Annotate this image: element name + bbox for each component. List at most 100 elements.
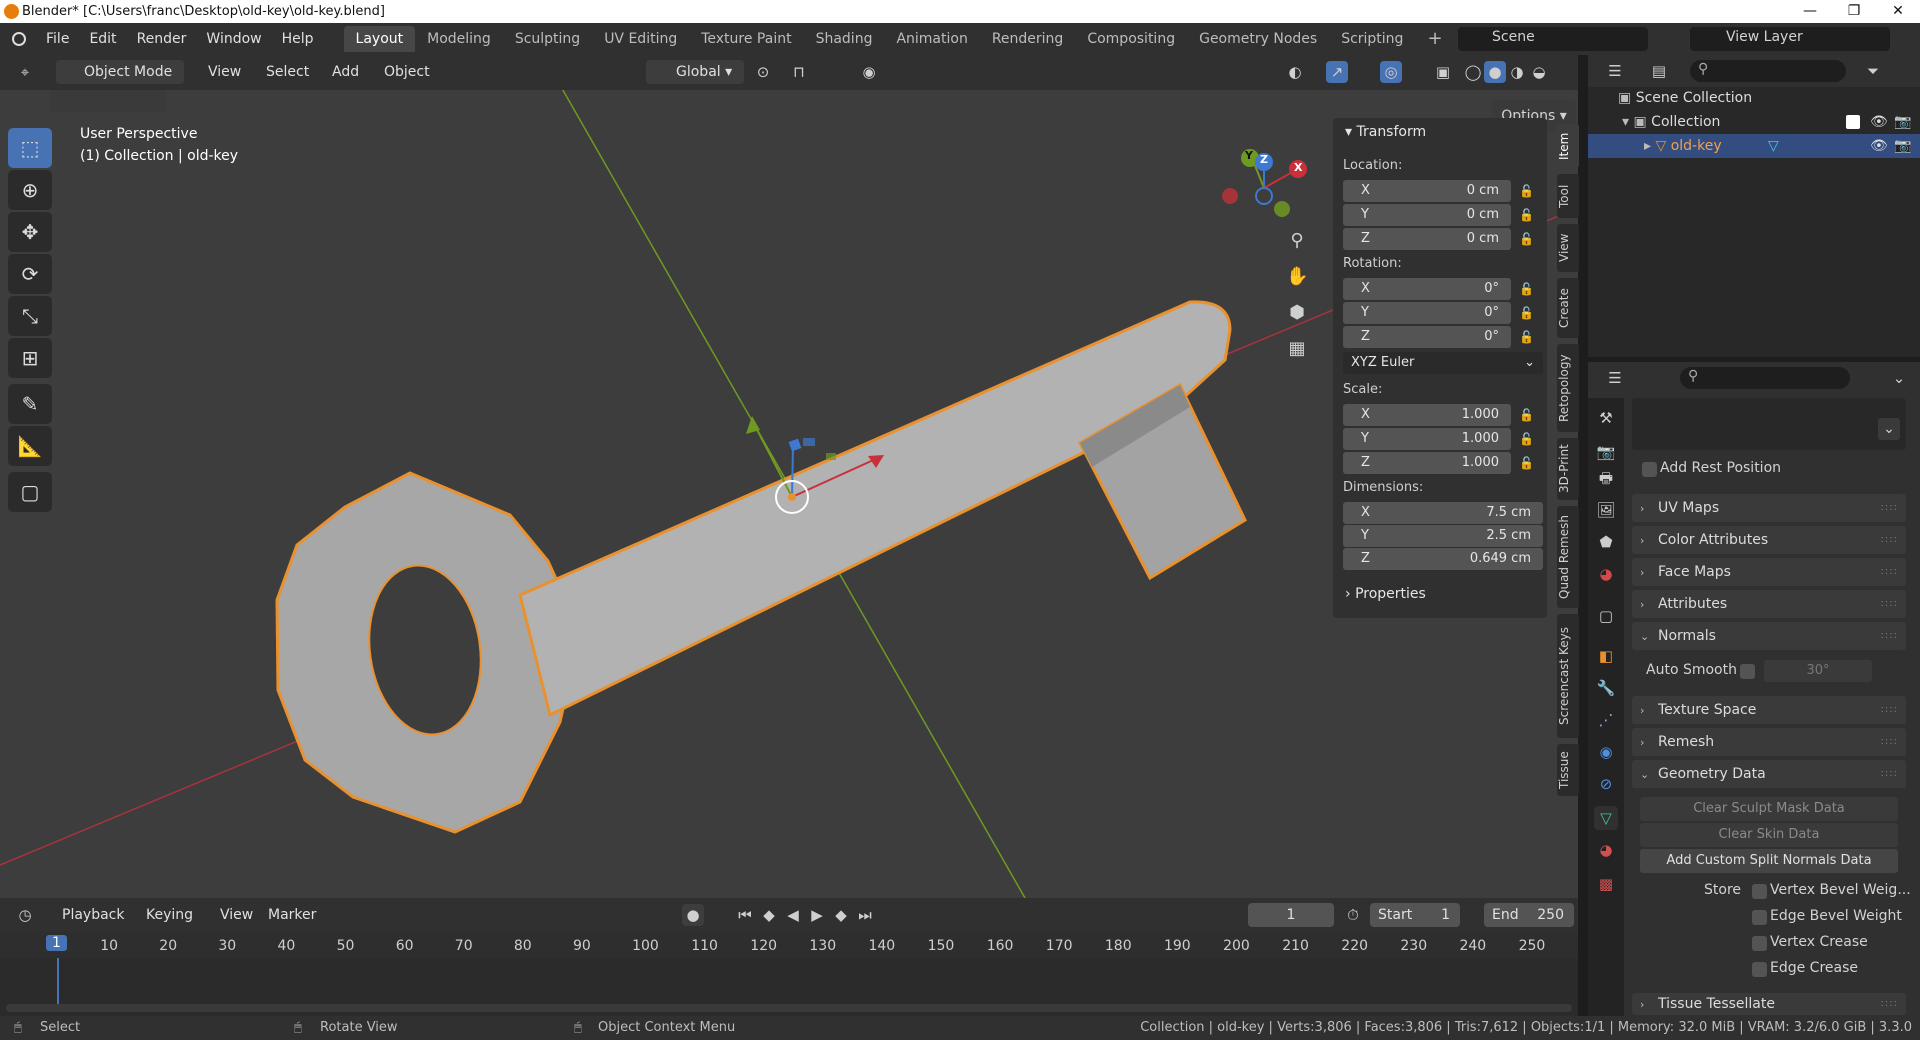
tab-animation[interactable]: Animation [884,26,979,52]
edge-bevel-weight-checkbox[interactable] [1752,910,1767,925]
material-shading-icon[interactable]: ◑ [1506,61,1528,83]
add-custom-split-normals-button[interactable]: Add Custom Split Normals Data [1640,849,1898,873]
lock-rotation-z-icon[interactable]: 🔓 [1519,330,1535,346]
collection-render-icon[interactable]: 📷 [1894,110,1911,134]
lock-rotation-y-icon[interactable]: 🔓 [1519,306,1535,322]
constraints-properties-icon[interactable]: ⊘ [1594,772,1618,796]
sidebar-tab-view[interactable]: View [1557,224,1579,272]
timeline-ruler[interactable]: 1 10 20 30 40 50 60 70 80 90 100 110 120 130 140 150 160… [0,932,1578,958]
material-properties-icon[interactable]: ◕ [1594,838,1618,862]
timeline-menu-keying[interactable]: Keying [136,899,203,931]
rotation-y-field[interactable]: Y 0° [1343,302,1511,324]
viewport-menu-object[interactable]: Object [374,56,440,88]
lock-rotation-x-icon[interactable]: 🔓 [1519,282,1535,298]
move-tool-icon[interactable]: ✥ [8,212,52,252]
section-remesh[interactable]: › Remesh:::: [1632,728,1906,756]
section-tissue-tessellate[interactable]: › Tissue Tessellate:::: [1632,993,1906,1015]
properties-search-input[interactable]: ⚲ [1680,367,1850,389]
object-visibility-icon[interactable]: 👁 [1870,134,1888,158]
editor-type-icon[interactable]: ⌖ [14,61,36,83]
sidebar-tab-retopology[interactable]: Retopology [1557,344,1579,432]
lock-scale-z-icon[interactable]: 🔓 [1519,456,1535,472]
texture-properties-icon[interactable]: ▩ [1594,872,1618,896]
render-properties-icon[interactable]: 📷 [1594,440,1618,464]
sidebar-tab-quad-remesh[interactable]: Quad Remesh [1557,506,1579,608]
tab-layout[interactable]: Layout [343,26,416,52]
xray-icon[interactable]: ▣ [1432,61,1454,83]
timeline-menu-view[interactable]: View [210,899,263,931]
proportional-editing-icon[interactable]: ◉ [858,61,880,83]
snap-icon[interactable]: ⊓ [788,61,810,83]
measure-tool-icon[interactable]: 📐 [8,426,52,466]
filter-icon[interactable]: ⏷ [1862,60,1884,82]
sidebar-tab-tissue[interactable]: Tissue [1557,744,1579,796]
location-y-field[interactable]: Y0 cm [1343,204,1511,226]
output-properties-icon[interactable]: 🖶 [1594,466,1618,490]
tab-geometry-nodes[interactable]: Geometry Nodes [1187,26,1329,52]
rotation-mode-dropdown[interactable]: XYZ Euler ⌄ [1343,352,1543,374]
jump-start-icon[interactable]: ⏮ [734,904,756,926]
outliner-collection[interactable]: ▾ ▣ Collection 👁 📷 [1588,110,1920,134]
particles-properties-icon[interactable]: ⋰ [1594,708,1618,732]
visibility-icon[interactable]: ◐ [1284,61,1306,83]
maximize-button[interactable]: ❐ [1832,0,1876,23]
menu-help[interactable]: Help [272,23,324,55]
sidebar-tab-3d-print[interactable]: 3D-Print [1557,438,1579,500]
rotate-tool-icon[interactable]: ⟳ [8,254,52,294]
timeline-scrollbar[interactable] [6,1004,1572,1012]
list-expand-icon[interactable]: ⌄ [1878,418,1900,440]
object-mode-dropdown[interactable]: Object Mode ▾ [56,60,184,104]
clear-skin-data-button[interactable]: Clear Skin Data [1640,823,1898,847]
rendered-shading-icon[interactable]: ◒ [1528,61,1550,83]
navigation-gizmo[interactable] [1220,130,1320,240]
outliner-editor-type-icon[interactable]: ☰ [1604,60,1626,82]
tab-compositing[interactable]: Compositing [1075,26,1187,52]
tab-rendering[interactable]: Rendering [980,26,1076,52]
tab-scripting[interactable]: Scripting [1329,26,1415,52]
play-icon[interactable]: ▶ [806,904,828,926]
clear-sculpt-mask-data-button[interactable]: Clear Sculpt Mask Data [1640,797,1898,821]
scale-x-field[interactable]: X 1.000 [1343,404,1511,426]
tab-sculpting[interactable]: Sculpting [503,26,592,52]
rotation-x-field[interactable]: X 0° [1343,278,1511,300]
outliner-scene-collection[interactable]: ▣ Scene Collection [1588,86,1920,110]
pan-hand-icon[interactable]: ✋ [1286,266,1308,288]
prev-keyframe-icon[interactable]: ◆ [758,904,780,926]
auto-smooth-angle-field[interactable]: 30° [1764,660,1872,682]
view-layer-selector[interactable]: View Layer [1690,27,1890,51]
close-button[interactable]: ✕ [1876,0,1920,23]
zoom-icon[interactable]: ⚲ [1286,230,1308,252]
view-layer-properties-icon[interactable]: 🖼 [1594,498,1618,522]
section-texture-space[interactable]: › Texture Space:::: [1632,696,1906,724]
sidebar-tab-item[interactable]: Item [1557,124,1579,168]
mesh-data-properties-icon[interactable]: ▽ [1594,806,1618,830]
minimize-button[interactable]: — [1788,0,1832,23]
menu-window[interactable]: Window [196,23,271,55]
play-reverse-icon[interactable]: ◀ [782,904,804,926]
collection-visibility-icon[interactable]: 👁 [1870,110,1888,134]
world-properties-icon[interactable]: ◕ [1594,562,1618,586]
tab-texture-paint[interactable]: Texture Paint [689,26,803,52]
timeline-menu-playback[interactable]: Playback [52,899,134,931]
jump-end-icon[interactable]: ⏭ [854,904,876,926]
outliner-search-input[interactable]: ⚲ [1690,60,1846,82]
edge-crease-checkbox[interactable] [1752,962,1767,977]
cursor-tool-icon[interactable]: ⊕ [8,170,52,210]
vertex-crease-checkbox[interactable] [1752,936,1767,951]
next-keyframe-icon[interactable]: ◆ [830,904,852,926]
dimensions-x-field[interactable]: X 7.5 cm [1343,502,1543,524]
collection-properties-icon[interactable]: ▢ [1594,604,1618,628]
pivot-point-icon[interactable]: ⊙ [752,61,774,83]
wireframe-shading-icon[interactable]: ◯ [1462,61,1484,83]
properties-panel-title[interactable]: › Properties [1345,586,1426,602]
selection-mode-buttons[interactable] [50,90,166,112]
scale-tool-icon[interactable]: ⤡ [8,296,52,336]
modifier-properties-icon[interactable]: 🔧 [1594,676,1618,700]
scene-selector[interactable]: Scene [1458,27,1648,51]
sidebar-tab-create[interactable]: Create [1557,278,1579,338]
blender-menu-icon[interactable] [12,32,26,46]
sidebar-tab-tool[interactable]: Tool [1557,174,1579,218]
select-tool-icon[interactable]: ⬚ [8,128,52,168]
auto-smooth-checkbox[interactable] [1740,664,1755,679]
add-workspace-icon[interactable]: + [1415,26,1454,52]
